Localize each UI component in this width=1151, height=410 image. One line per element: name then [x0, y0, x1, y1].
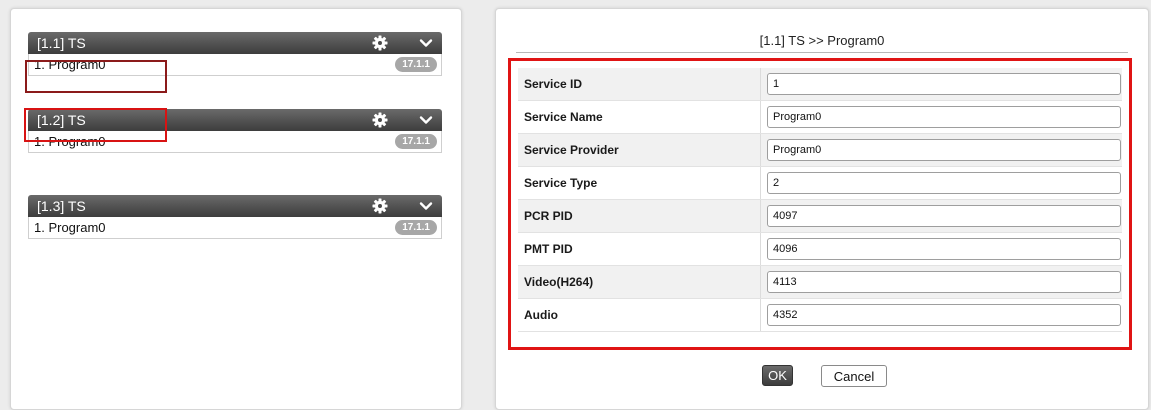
service-form: Service ID Service Name Service Provider…: [518, 68, 1122, 332]
ts-header-1-1[interactable]: [1.1] TS: [28, 32, 442, 54]
form-row: PMT PID: [518, 232, 1122, 266]
form-row: Service Type: [518, 166, 1122, 200]
audio-pid-input[interactable]: [767, 304, 1121, 326]
form-row: Audio: [518, 298, 1122, 332]
form-row: Service Name: [518, 100, 1122, 134]
ts-header-1-3[interactable]: [1.3] TS: [28, 195, 442, 217]
chevron-down-icon[interactable]: [419, 113, 433, 127]
pmt-pid-input[interactable]: [767, 238, 1121, 260]
ts-header-label: [1.3] TS: [37, 198, 86, 214]
pcr-pid-input[interactable]: [767, 205, 1121, 227]
gear-icon[interactable]: [372, 35, 388, 51]
chevron-down-icon[interactable]: [419, 199, 433, 213]
pmt-pid-label: PMT PID: [518, 232, 761, 266]
pcr-pid-label: PCR PID: [518, 199, 761, 233]
service-id-label: Service ID: [518, 68, 761, 101]
program-edit-panel: [1.1] TS >> Program0 Service ID Service …: [495, 8, 1149, 410]
form-row: Service Provider: [518, 133, 1122, 167]
program-row-1-3[interactable]: 1. Program0 17.1.1: [28, 217, 442, 239]
selection-highlight-program: [25, 60, 167, 93]
version-badge: 17.1.1: [395, 220, 437, 235]
video-pid-label: Video(H264): [518, 265, 761, 299]
form-row: PCR PID: [518, 199, 1122, 233]
form-highlight-frame: Service ID Service Name Service Provider…: [508, 58, 1132, 350]
title-divider: [516, 52, 1128, 53]
ts-group-1-3: [1.3] TS 1. Program0 17.1.1: [28, 195, 442, 239]
ts-header-label: [1.1] TS: [37, 35, 86, 51]
form-row: Video(H264): [518, 265, 1122, 299]
audio-pid-label: Audio: [518, 298, 761, 332]
program-label: 1. Program0: [34, 220, 106, 235]
service-type-label: Service Type: [518, 166, 761, 200]
service-name-label: Service Name: [518, 100, 761, 134]
service-name-input[interactable]: [767, 106, 1121, 128]
gear-icon[interactable]: [372, 198, 388, 214]
version-badge: 17.1.1: [395, 57, 437, 72]
form-row: Service ID: [518, 68, 1122, 101]
service-id-input[interactable]: [767, 73, 1121, 95]
cancel-button[interactable]: Cancel: [821, 365, 887, 387]
version-badge: 17.1.1: [395, 134, 437, 149]
video-pid-input[interactable]: [767, 271, 1121, 293]
selection-highlight-ts: [24, 108, 167, 142]
chevron-down-icon[interactable]: [419, 36, 433, 50]
service-type-input[interactable]: [767, 172, 1121, 194]
ok-button[interactable]: OK: [762, 365, 793, 386]
service-provider-input[interactable]: [767, 139, 1121, 161]
gear-icon[interactable]: [372, 112, 388, 128]
dialog-title: [1.1] TS >> Program0: [759, 33, 885, 48]
ts-list-panel: [1.1] TS 1. Program0 17.1.1 [1.2] TS 1. …: [10, 8, 462, 410]
service-provider-label: Service Provider: [518, 133, 761, 167]
